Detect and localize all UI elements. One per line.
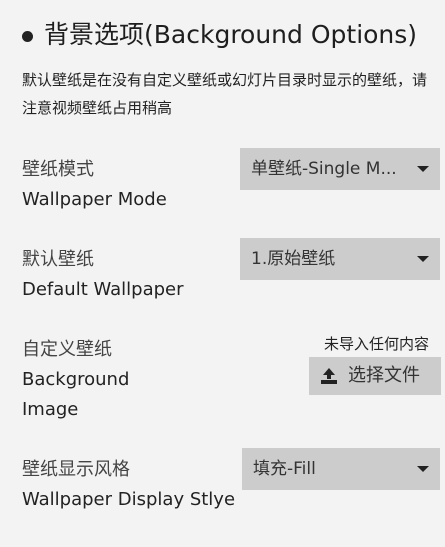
display-style-select[interactable]: 填充-Fill [242, 448, 440, 490]
upload-icon [321, 368, 337, 384]
background-image-label-cn: 自定义壁纸 [22, 339, 112, 360]
background-image-label-en-2: Image [22, 399, 79, 420]
chevron-down-icon [417, 466, 429, 472]
background-options-panel: 背景选项(Background Options) 默认壁纸是在没有自定义壁纸或幻… [0, 0, 445, 547]
chevron-down-icon [417, 166, 429, 172]
background-image-label-en-1: Background [22, 369, 130, 390]
chevron-down-icon [417, 256, 429, 262]
display-style-label-en: Wallpaper Display Stlye [22, 489, 236, 510]
section-title-text: 背景选项(Background Options) [44, 20, 418, 49]
section-title: 背景选项(Background Options) [22, 17, 417, 53]
choose-file-label: 选择文件 [348, 365, 420, 386]
bullet-icon [22, 30, 33, 42]
wallpaper-mode-label-cn: 壁纸模式 [22, 159, 94, 180]
default-wallpaper-value: 1.原始壁纸 [251, 249, 336, 269]
default-wallpaper-select[interactable]: 1.原始壁纸 [240, 238, 440, 280]
choose-file-button[interactable]: 选择文件 [309, 357, 441, 395]
wallpaper-mode-label-en: Wallpaper Mode [22, 189, 167, 210]
wallpaper-mode-value: 单壁纸-Single M... [251, 159, 397, 179]
no-file-status: 未导入任何内容 [324, 335, 430, 353]
default-wallpaper-label-cn: 默认壁纸 [22, 249, 94, 270]
wallpaper-mode-select[interactable]: 单壁纸-Single M... [240, 148, 440, 190]
display-style-label-cn: 壁纸显示风格 [22, 459, 130, 480]
display-style-value: 填充-Fill [253, 459, 316, 479]
section-description: 默认壁纸是在没有自定义壁纸或幻灯片目录时显示的壁纸，请注意视频壁纸占用稍高 [22, 71, 428, 117]
default-wallpaper-label-en: Default Wallpaper [22, 279, 184, 300]
